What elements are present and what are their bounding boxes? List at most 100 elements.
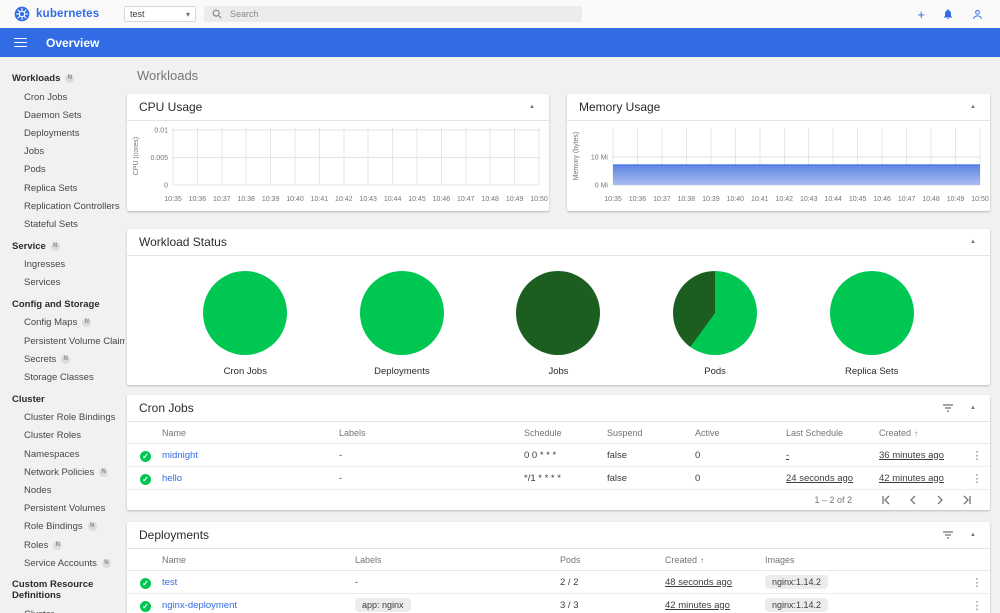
pie-chart [516,271,601,355]
sidebar-item-cluster[interactable]: Cluster [0,605,125,613]
sidebar-section-cluster[interactable]: Cluster [0,390,125,409]
collapse-arrow-icon[interactable]: ▲ [968,102,978,112]
column-header-created[interactable]: Created ↑ [665,555,765,565]
row-actions-kebab-icon[interactable]: ⋮ [964,472,990,485]
pie-chart [829,271,914,355]
create-resource-button[interactable]: + [917,8,925,21]
svg-text:0: 0 [164,183,168,190]
svg-text:0 Mi: 0 Mi [595,183,609,190]
sort-ascending-icon: ↑ [700,555,705,565]
collapse-arrow-icon[interactable]: ▲ [527,102,537,112]
resource-link[interactable]: midnight [162,450,198,461]
sidebar-section-custom-resource-definitions[interactable]: Custom Resource Definitions [0,575,125,605]
sidebar-item-pods[interactable]: Pods [0,161,125,179]
column-header-images[interactable]: Images [765,555,964,565]
sidebar-item-label: Service Accounts [24,557,97,569]
sidebar-item-secrets[interactable]: Secrets N [0,350,125,368]
resource-link[interactable]: nginx-deployment [162,600,237,611]
sidebar-item-network-policies[interactable]: Network Policies N [0,463,125,481]
notifications-bell-icon[interactable] [942,8,954,20]
namespaced-badge: N [99,467,109,477]
cpu-usage-chart: 0 0.005 0.01 10:35 10:36 10:37 10:38 10:39 10:40… [127,121,549,211]
sidebar-item-replica-sets[interactable]: Replica Sets [0,179,125,197]
last-page-icon[interactable] [958,495,976,505]
sidebar-section-config-and-storage[interactable]: Config and Storage [0,295,125,314]
workload-pie-jobs: Jobs [516,271,601,377]
cron-jobs-table: Name Labels Schedule Suspend Active Last Sche… [127,422,990,490]
cell-labels: - [339,449,343,461]
sidebar-item-cron-jobs[interactable]: Cron Jobs [0,88,125,106]
column-header-labels[interactable]: Labels [339,428,524,438]
sidebar-item-replication-controllers[interactable]: Replication Controllers [0,197,125,215]
image-chip: nginx:1.14.2 [765,598,829,612]
svg-text:10:37: 10:37 [653,196,671,203]
cpu-usage-title: CPU Usage [139,100,203,114]
column-header-created[interactable]: Created ↑ [879,428,964,438]
cell-suspend: false [607,472,628,484]
sidebar-item-label: Persistent Volumes [24,503,106,515]
sidebar-item-cluster-roles[interactable]: Cluster Roles [0,427,125,445]
row-actions-kebab-icon[interactable]: ⋮ [964,599,990,612]
sidebar-item-service-accounts[interactable]: Service Accounts N [0,554,125,572]
kubernetes-logo[interactable]: kubernetes [14,6,110,22]
cell-labels: - [355,576,359,588]
cpu-usage-card: CPU Usage ▲ 0 0.005 0.01 10:35 10:36 10:37 10:… [127,94,549,211]
column-header-suspend[interactable]: Suspend [607,428,695,438]
column-header-labels[interactable]: Labels [355,555,560,565]
cell-created: 36 minutes ago [879,450,964,461]
sidebar-item-jobs[interactable]: Jobs [0,143,125,161]
row-actions-kebab-icon[interactable]: ⋮ [964,449,990,462]
filter-icon[interactable] [942,403,954,413]
sidebar-item-role-bindings[interactable]: Role Bindings N [0,518,125,536]
sidebar-section-workloads[interactable]: Workloads N [0,69,125,88]
sidebar-item-config-maps[interactable]: Config Maps N [0,314,125,332]
sidebar-item-cluster-role-bindings[interactable]: Cluster Role Bindings [0,409,125,427]
sidebar-item-nodes[interactable]: Nodes [0,481,125,499]
collapse-arrow-icon[interactable]: ▲ [968,237,978,247]
sidebar-item-storage-classes[interactable]: Storage Classes [0,368,125,386]
workload-pie-replica-sets: Replica Sets [829,271,914,377]
collapse-arrow-icon[interactable]: ▲ [968,403,978,413]
sidebar-item-services[interactable]: Services [0,274,125,292]
sidebar-item-persistent-volume-claims[interactable]: Persistent Volume ClaimsN [0,332,125,350]
sidebar-item-namespaces[interactable]: Namespaces [0,445,125,463]
filter-icon[interactable] [942,530,954,540]
search-input[interactable] [230,9,574,19]
resource-link[interactable]: test [162,577,177,588]
memory-usage-card: Memory Usage ▲ 0 Mi 10 Mi 10:35 10:36 10:37 1… [567,94,990,211]
column-header-pods[interactable]: Pods [560,555,665,565]
first-page-icon[interactable] [877,495,895,505]
workload-pie-cron-jobs: Cron Jobs [203,271,288,377]
sidebar-item-label: Ingresses [24,259,66,271]
sidebar-item-label: Storage Classes [24,372,94,384]
pie-chart [203,271,288,355]
svg-text:10:47: 10:47 [898,196,916,203]
collapse-arrow-icon[interactable]: ▲ [968,530,978,540]
sidebar-item-stateful-sets[interactable]: Stateful Sets [0,215,125,233]
sidebar-item-deployments[interactable]: Deployments [0,124,125,142]
row-actions-kebab-icon[interactable]: ⋮ [964,576,990,589]
cell-images: nginx:1.14.2 [765,598,964,612]
resource-link[interactable]: hello [162,473,182,484]
namespace-selector[interactable]: test ▾ [124,6,196,22]
account-person-icon[interactable] [971,8,984,21]
menu-hamburger-icon[interactable] [14,37,27,48]
sidebar-item-label: Namespaces [24,448,80,460]
chevron-right-icon[interactable] [931,495,949,505]
sidebar-item-persistent-volumes[interactable]: Persistent Volumes [0,500,125,518]
column-header-name[interactable]: Name [162,555,355,565]
search-bar[interactable] [204,6,582,22]
sidebar-item-label: Persistent Volume Claims [24,335,125,347]
column-header-active[interactable]: Active [695,428,786,438]
sidebar-item-label: Cluster [24,609,54,613]
column-header-name[interactable]: Name [162,428,339,438]
sidebar-section-service[interactable]: Service N [0,237,125,256]
column-header-last-schedule[interactable]: Last Schedule [786,428,879,438]
column-header-schedule[interactable]: Schedule [524,428,607,438]
sidebar-item-label: Services [24,277,61,289]
chevron-left-icon[interactable] [904,495,922,505]
sidebar-item-roles[interactable]: Roles N [0,536,125,554]
sidebar-item-daemon-sets[interactable]: Daemon Sets [0,106,125,124]
sidebar-item-ingresses[interactable]: Ingresses [0,256,125,274]
pagination-range-label: 1 – 2 of 2 [814,495,852,505]
